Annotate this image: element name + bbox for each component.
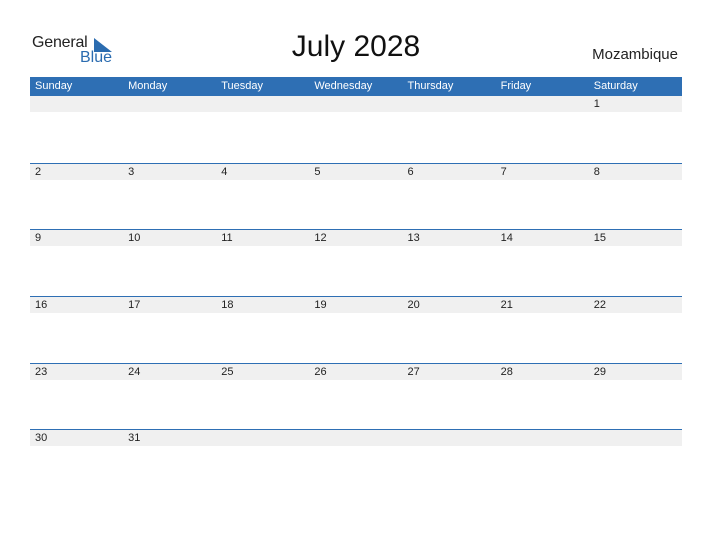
weekday-monday: Monday (128, 80, 168, 92)
day-cell: 20 (407, 299, 420, 312)
day-number-band: 23 24 25 26 27 28 29 (30, 363, 682, 380)
day-cell: 27 (407, 365, 420, 378)
weekday-thursday: Thursday (407, 80, 454, 92)
day-cell: 26 (314, 365, 327, 378)
week-row: 16 17 18 19 20 21 22 (30, 296, 682, 363)
day-cell: 18 (221, 299, 234, 312)
week-row: 2 3 4 5 6 7 8 (30, 162, 682, 230)
day-cell: 23 (35, 365, 48, 378)
day-cell: 6 (407, 165, 414, 178)
day-cell (309, 430, 402, 446)
day-cell: 21 (500, 299, 513, 312)
country-label: Mozambique (592, 46, 678, 63)
day-cell (216, 430, 309, 446)
day-cell: 14 (500, 232, 513, 245)
week-row: 30 31 (30, 429, 682, 496)
day-number-band: 2 3 4 5 6 7 8 (30, 163, 682, 180)
day-cell: 8 (593, 165, 600, 178)
week-row: 23 24 25 26 27 28 29 (30, 362, 682, 430)
day-cell (589, 430, 682, 446)
weeks-container: 1 2 3 4 5 6 7 8 9 10 11 12 13 14 15 16 17 18 19 20 21 22 23 24 2… (30, 96, 682, 496)
day-cell: 15 (593, 232, 606, 245)
day-cell: 1 (593, 98, 600, 110)
day-number-band: 9 10 11 12 13 14 15 (30, 230, 682, 247)
day-cell: 7 (500, 165, 507, 178)
week-row: 9 10 11 12 13 14 15 (30, 229, 682, 296)
day-cell: 30 (35, 432, 48, 445)
day-cell: 22 (593, 299, 606, 312)
day-cell: 10 (128, 232, 141, 245)
weekday-header-row: Sunday Monday Tuesday Wednesday Thursday… (30, 77, 682, 96)
weekday-saturday: Saturday (593, 80, 638, 92)
day-number-band: 1 (30, 96, 682, 112)
day-cell (496, 430, 589, 446)
day-cell: 16 (35, 299, 48, 312)
day-cell: 24 (128, 365, 141, 378)
day-cell: 11 (221, 232, 233, 245)
day-cell (403, 430, 496, 446)
day-number-band: 30 31 (30, 430, 682, 447)
day-cell (30, 96, 123, 112)
day-cell: 31 (128, 432, 141, 445)
day-cell: 25 (221, 365, 234, 378)
weekday-friday: Friday (500, 80, 532, 92)
day-number-band: 16 17 18 19 20 21 22 (30, 297, 682, 314)
day-cell: 29 (593, 365, 606, 378)
weekday-wednesday: Wednesday (314, 80, 373, 92)
day-cell (403, 96, 496, 112)
weekday-sunday: Sunday (35, 80, 73, 92)
weekday-tuesday: Tuesday (221, 80, 264, 92)
day-cell: 2 (35, 165, 42, 178)
day-cell (496, 96, 589, 112)
day-cell (123, 96, 216, 112)
day-cell: 17 (128, 299, 141, 312)
day-cell (309, 96, 402, 112)
day-cell: 9 (35, 232, 42, 245)
day-cell: 4 (221, 165, 228, 178)
day-cell: 12 (314, 232, 327, 245)
day-cell: 19 (314, 299, 327, 312)
calendar-grid: Sunday Monday Tuesday Wednesday Thursday… (30, 77, 682, 496)
day-cell: 28 (500, 365, 513, 378)
day-cell: 13 (407, 232, 420, 245)
week-row: 1 (30, 96, 682, 163)
day-cell (216, 96, 309, 112)
day-cell: 5 (314, 165, 321, 178)
day-cell: 3 (128, 165, 135, 178)
